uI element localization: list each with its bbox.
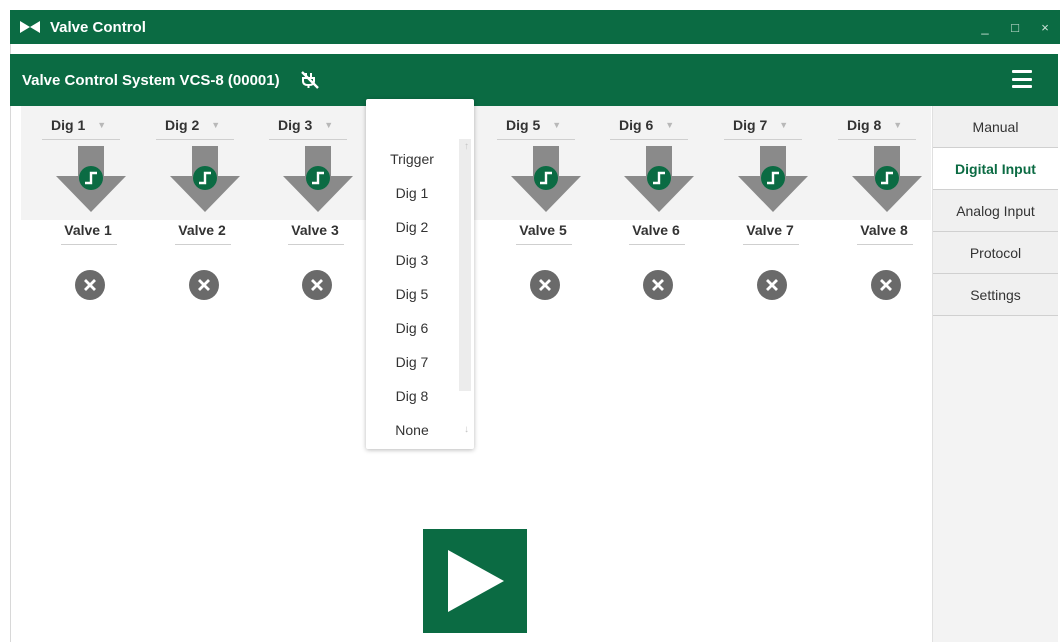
channel-2: Dig 2 ▼ Valve 2 — [156, 106, 256, 316]
valve-app-icon — [20, 21, 42, 33]
dropdown-option-dig-2[interactable]: Dig 2 — [366, 219, 458, 235]
maximize-button[interactable]: □ — [1000, 10, 1030, 44]
valve-status-button-2[interactable] — [189, 270, 219, 300]
valve-label-5: Valve 5 — [519, 222, 567, 238]
system-header: Valve Control System VCS-8 (00001) — [10, 54, 1058, 106]
channel-7: Dig 7 ▼ Valve 7 — [724, 106, 824, 316]
valve-label-underline — [857, 244, 913, 245]
valve-status-button-7[interactable] — [757, 270, 787, 300]
dropdown-option-dig-5[interactable]: Dig 5 — [366, 286, 458, 302]
dropdown-caret-icon: ▼ — [211, 119, 221, 130]
tab-digital-input[interactable]: Digital Input — [933, 148, 1058, 190]
input-select-3[interactable]: Dig 3 ▼ — [269, 110, 347, 140]
input-select-label: Dig 8 — [847, 116, 882, 133]
input-select-7[interactable]: Dig 7 ▼ — [724, 110, 802, 140]
tab-protocol[interactable]: Protocol — [933, 232, 1058, 274]
close-icon — [652, 279, 664, 291]
valve-arrow-icon — [56, 146, 126, 212]
valve-status-button-3[interactable] — [302, 270, 332, 300]
channel-8: Dig 8 ▼ Valve 8 — [838, 106, 938, 316]
channel-3: Dig 3 ▼ Valve 3 — [269, 106, 369, 316]
valve-label-underline — [61, 244, 117, 245]
valve-label-6: Valve 6 — [632, 222, 680, 238]
input-select-label: Dig 5 — [506, 116, 541, 133]
dropdown-caret-icon: ▼ — [552, 119, 562, 130]
valve-label-underline — [175, 244, 231, 245]
disconnected-plug-icon — [300, 70, 320, 90]
dropdown-option-trigger[interactable]: Trigger — [366, 151, 458, 167]
close-icon — [84, 279, 96, 291]
valve-arrow-icon — [738, 146, 808, 212]
tab-manual[interactable]: Manual — [933, 106, 1058, 148]
valve-status-button-6[interactable] — [643, 270, 673, 300]
valve-label-3: Valve 3 — [291, 222, 339, 238]
close-icon — [311, 279, 323, 291]
dropdown-option-none[interactable]: None — [366, 422, 458, 438]
valve-label-7: Valve 7 — [746, 222, 794, 238]
play-icon — [448, 550, 504, 612]
input-select-2[interactable]: Dig 2 ▼ — [156, 110, 234, 140]
valve-label-underline — [288, 244, 344, 245]
channel-1: Dig 1 ▼ Valve 1 — [42, 106, 142, 316]
dropdown-option-dig-7[interactable]: Dig 7 — [366, 354, 458, 370]
dropdown-caret-icon: ▼ — [665, 119, 675, 130]
scroll-down-icon[interactable]: ↓ — [464, 424, 469, 435]
input-select-1[interactable]: Dig 1 ▼ — [42, 110, 120, 140]
valve-label-8: Valve 8 — [860, 222, 908, 238]
input-select-8[interactable]: Dig 8 ▼ — [838, 110, 916, 140]
window-title: Valve Control — [50, 18, 146, 36]
close-icon — [198, 279, 210, 291]
valve-arrow-icon — [624, 146, 694, 212]
close-icon — [766, 279, 778, 291]
window-titlebar: Valve Control _ □ × — [10, 10, 1060, 44]
tab-analog-input[interactable]: Analog Input — [933, 190, 1058, 232]
close-icon — [539, 279, 551, 291]
dropdown-option-dig-1[interactable]: Dig 1 — [366, 185, 458, 201]
dropdown-scrollbar[interactable] — [459, 139, 471, 391]
valve-status-button-8[interactable] — [871, 270, 901, 300]
input-select-6[interactable]: Dig 6 ▼ — [610, 110, 688, 140]
input-dropdown-menu: Trigger Dig 1 Dig 2 Dig 3 Dig 5 Dig 6 Di… — [366, 99, 474, 449]
dropdown-option-dig-6[interactable]: Dig 6 — [366, 320, 458, 336]
valve-arrow-icon — [511, 146, 581, 212]
dropdown-caret-icon: ▼ — [97, 119, 107, 130]
valve-label-1: Valve 1 — [64, 222, 112, 238]
valve-arrow-icon — [852, 146, 922, 212]
dropdown-caret-icon: ▼ — [893, 119, 903, 130]
minimize-button[interactable]: _ — [970, 10, 1000, 44]
valve-label-2: Valve 2 — [178, 222, 226, 238]
input-select-label: Dig 3 — [278, 116, 313, 133]
input-select-5[interactable]: Dig 5 ▼ — [497, 110, 575, 140]
dropdown-caret-icon: ▼ — [779, 119, 789, 130]
valve-label-underline — [743, 244, 799, 245]
mode-sidebar: Manual Digital Input Analog Input Protoc… — [932, 106, 1058, 642]
valve-label-underline — [516, 244, 572, 245]
input-select-label: Dig 6 — [619, 116, 654, 133]
channel-6: Dig 6 ▼ Valve 6 — [610, 106, 710, 316]
valve-status-button-1[interactable] — [75, 270, 105, 300]
dropdown-caret-icon: ▼ — [324, 119, 334, 130]
hamburger-menu-icon[interactable] — [1012, 70, 1032, 88]
input-select-label: Dig 2 — [165, 116, 200, 133]
start-button[interactable] — [423, 529, 527, 633]
scroll-up-icon[interactable]: ↑ — [464, 141, 469, 152]
input-select-label: Dig 7 — [733, 116, 768, 133]
valve-status-button-5[interactable] — [530, 270, 560, 300]
channel-5: Dig 5 ▼ Valve 5 — [497, 106, 597, 316]
valve-arrow-icon — [170, 146, 240, 212]
dropdown-option-dig-8[interactable]: Dig 8 — [366, 388, 458, 404]
tab-settings[interactable]: Settings — [933, 274, 1058, 316]
valve-arrow-icon — [283, 146, 353, 212]
system-title: Valve Control System VCS-8 (00001) — [22, 71, 280, 89]
close-icon — [880, 279, 892, 291]
window-controls: _ □ × — [970, 10, 1060, 44]
valve-label-underline — [629, 244, 685, 245]
input-select-label: Dig 1 — [51, 116, 86, 133]
close-window-button[interactable]: × — [1030, 10, 1060, 44]
dropdown-option-dig-3[interactable]: Dig 3 — [366, 252, 458, 268]
